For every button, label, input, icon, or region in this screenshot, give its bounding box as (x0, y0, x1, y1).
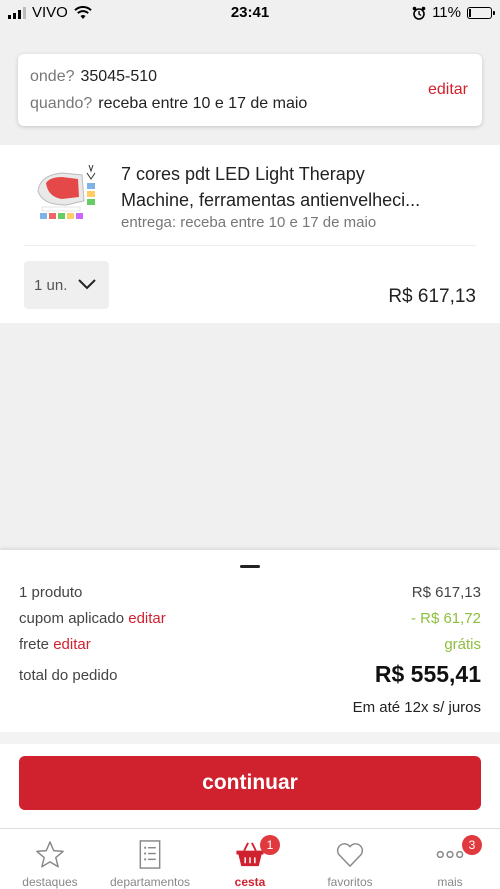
summary-coupon-row: cupom aplicado editar - R$ 61,72 (19, 610, 481, 627)
divider (0, 732, 500, 744)
summary-products-row: 1 produto R$ 617,13 (19, 584, 481, 601)
cart-count-badge: 1 (260, 835, 280, 855)
summary-shipping-row: frete editar grátis (19, 636, 481, 653)
product-delivery-estimate: entrega: receba entre 10 e 17 de maio (121, 214, 377, 231)
tab-label: cesta (234, 875, 266, 889)
heart-icon (336, 843, 364, 867)
coupon-label: cupom aplicado (19, 610, 125, 627)
list-icon (139, 840, 161, 869)
quantity-value: 1 un. (34, 276, 68, 294)
divider (24, 245, 476, 246)
product-title[interactable]: 7 cores pdt LED Light Therapy Machine, f… (121, 161, 466, 213)
where-value: 35045-510 (80, 68, 158, 85)
total-value: R$ 555,41 (374, 661, 481, 687)
edit-coupon-link[interactable]: editar (128, 610, 166, 627)
tab-label: favoritos (327, 875, 373, 889)
product-thumbnail[interactable] (32, 161, 98, 227)
total-label: total do pedido (19, 667, 118, 684)
sheet-handle[interactable] (240, 565, 260, 568)
where-label: onde? (30, 68, 75, 85)
products-value: R$ 617,13 (411, 584, 481, 601)
bottom-tab-bar: destaques departamentos cesta 1 favorito… (0, 828, 500, 889)
tab-departamentos[interactable]: departamentos (100, 829, 200, 889)
delivery-where: onde? 35045-510 (30, 68, 157, 86)
installments-text: Em até 12x s/ juros (352, 699, 481, 716)
products-label: 1 produto (19, 584, 83, 601)
more-count-badge: 3 (462, 835, 482, 855)
tab-mais[interactable]: mais 3 (400, 829, 500, 889)
when-label: quando? (30, 95, 93, 112)
alarm-icon (412, 6, 426, 20)
status-right: 11% (412, 4, 495, 21)
product-price: R$ 617,13 (388, 286, 476, 307)
product-title-line2: Machine, ferramentas antienvelheci... (121, 190, 421, 210)
tab-label: destaques (22, 875, 78, 889)
delivery-when: quando? receba entre 10 e 17 de maio (30, 95, 307, 113)
product-title-line1: 7 cores pdt LED Light Therapy (121, 164, 365, 184)
coupon-value: - R$ 61,72 (410, 610, 481, 627)
edit-shipping-link[interactable]: editar (53, 636, 91, 653)
status-bar: VIVO 23:41 11% (0, 0, 500, 28)
tab-favoritos[interactable]: favoritos (300, 829, 400, 889)
continue-button[interactable]: continuar (19, 756, 481, 810)
shipping-value: grátis (444, 636, 481, 653)
when-value: receba entre 10 e 17 de maio (98, 95, 308, 112)
battery-icon (467, 6, 495, 19)
battery-percent: 11% (432, 4, 461, 21)
edit-delivery-link[interactable]: editar (428, 81, 468, 99)
tab-label: mais (437, 875, 463, 889)
product-item: 7 cores pdt LED Light Therapy Machine, f… (0, 145, 500, 323)
delivery-card: onde? 35045-510 quando? receba entre 10 e … (18, 54, 482, 126)
star-icon (36, 841, 64, 868)
tab-destaques[interactable]: destaques (0, 829, 100, 889)
tab-label: departamentos (109, 875, 191, 889)
chevron-down-icon (78, 279, 96, 290)
quantity-select[interactable]: 1 un. (24, 261, 109, 309)
tab-cesta[interactable]: cesta 1 (200, 829, 300, 889)
shipping-label: frete (19, 636, 50, 653)
